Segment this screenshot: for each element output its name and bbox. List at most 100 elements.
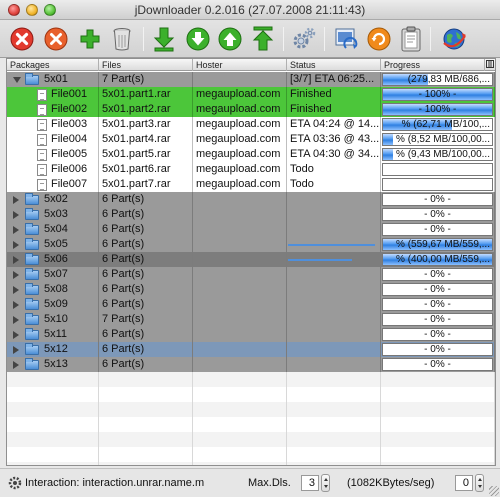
table-header: Packages Files Hoster Status Progress xyxy=(7,59,495,71)
disclosure-triangle-expanded[interactable] xyxy=(13,77,21,83)
max-downloads-stepper[interactable] xyxy=(321,474,330,492)
empty-cell xyxy=(381,462,495,465)
package-row[interactable]: 5x04 6 Part(s) - 0% - xyxy=(7,222,495,237)
settings-button[interactable] xyxy=(290,25,318,53)
empty-cell xyxy=(99,447,193,462)
progress-cell: % (400,00 MB/559,... xyxy=(381,252,495,267)
empty-row xyxy=(7,432,495,447)
package-row[interactable]: 5x12 6 Part(s) - 0% - xyxy=(7,342,495,357)
file-row[interactable]: File003 5x01.part3.rar megaupload.com ETA 0… xyxy=(7,117,495,132)
disclosure-triangle-collapsed[interactable] xyxy=(13,331,19,339)
disclosure-triangle-collapsed[interactable] xyxy=(13,361,19,369)
package-row[interactable]: 5x09 6 Part(s) - 0% - xyxy=(7,297,495,312)
progress-bar: - 100% - xyxy=(382,88,493,101)
status-cell: Finished xyxy=(287,87,381,102)
empty-row xyxy=(7,402,495,417)
max-downloads-field[interactable]: 3 xyxy=(301,475,319,491)
status-cell xyxy=(287,312,381,327)
clear-button[interactable] xyxy=(108,25,136,53)
clipboard-button[interactable] xyxy=(397,25,425,53)
files-cell: 6 Part(s) xyxy=(99,342,193,357)
file-row[interactable]: File004 5x01.part4.rar megaupload.com ETA 0… xyxy=(7,132,495,147)
hoster-cell xyxy=(193,72,287,87)
progress-text: % (400,00 MB/559,... xyxy=(396,254,490,265)
move-down-button[interactable] xyxy=(184,25,212,53)
package-row[interactable]: 5x07 6 Part(s) - 0% - xyxy=(7,267,495,282)
empty-cell xyxy=(7,402,99,417)
move-top-button[interactable] xyxy=(249,25,277,53)
disclosure-triangle-collapsed[interactable] xyxy=(13,301,19,309)
empty-cell xyxy=(287,447,381,462)
hoster-cell xyxy=(193,252,287,267)
file-row[interactable]: File002 5x01.part2.rar megaupload.com Finis… xyxy=(7,102,495,117)
column-header-files[interactable]: Files xyxy=(99,59,193,71)
disclosure-triangle-collapsed[interactable] xyxy=(13,256,19,264)
disclosure-triangle-collapsed[interactable] xyxy=(13,241,19,249)
package-row[interactable]: 5x02 6 Part(s) - 0% - xyxy=(7,192,495,207)
folder-icon xyxy=(25,343,39,355)
move-top-icon xyxy=(252,26,274,51)
status-progress-line xyxy=(288,244,375,246)
disclosure-triangle-collapsed[interactable] xyxy=(13,346,19,354)
disclosure-triangle-collapsed[interactable] xyxy=(13,316,19,324)
empty-cell xyxy=(381,402,495,417)
folder-icon xyxy=(25,283,39,295)
column-header-status[interactable]: Status xyxy=(287,59,381,71)
update-button[interactable] xyxy=(365,25,393,53)
column-chooser-button[interactable] xyxy=(485,59,495,71)
files-cell: 5x01.part6.rar xyxy=(99,162,193,177)
empty-cell xyxy=(381,372,495,387)
files-cell: 6 Part(s) xyxy=(99,327,193,342)
speed-limit-stepper[interactable] xyxy=(475,474,484,492)
column-header-hoster[interactable]: Hoster xyxy=(193,59,287,71)
disclosure-triangle-collapsed[interactable] xyxy=(13,271,19,279)
package-row[interactable]: 5x08 6 Part(s) - 0% - xyxy=(7,282,495,297)
package-row[interactable]: 5x03 6 Part(s) - 0% - xyxy=(7,207,495,222)
hoster-cell: megaupload.com xyxy=(193,147,287,162)
files-cell: 5x01.part5.rar xyxy=(99,147,193,162)
reconnect-button[interactable] xyxy=(333,25,361,53)
column-header-packages[interactable]: Packages xyxy=(7,59,99,71)
column-header-progress[interactable]: Progress xyxy=(381,59,485,71)
add-button[interactable] xyxy=(76,25,104,53)
disclosure-triangle-collapsed[interactable] xyxy=(13,211,19,219)
files-cell: 6 Part(s) xyxy=(99,237,193,252)
file-row[interactable]: File005 5x01.part5.rar megaupload.com ETA 0… xyxy=(7,147,495,162)
package-row[interactable]: 5x01 7 Part(s) [3/7] ETA 06:25... (279,83 M… xyxy=(7,72,495,87)
package-name-cell: 5x05 xyxy=(7,237,99,252)
window-resize-grip[interactable] xyxy=(489,486,499,496)
move-up-button[interactable] xyxy=(216,25,244,53)
toolbar xyxy=(0,20,500,58)
files-cell: 7 Part(s) xyxy=(99,72,193,87)
stop-button[interactable] xyxy=(8,25,36,53)
start-download-button[interactable] xyxy=(150,25,178,53)
folder-icon xyxy=(25,358,39,370)
empty-row xyxy=(7,447,495,462)
package-name-cell: 5x12 xyxy=(7,342,99,357)
disclosure-triangle-collapsed[interactable] xyxy=(13,286,19,294)
file-row[interactable]: File001 5x01.part1.rar megaupload.com Finis… xyxy=(7,87,495,102)
folder-icon xyxy=(25,193,39,205)
disclosure-triangle-collapsed[interactable] xyxy=(13,196,19,204)
status-cell: [3/7] ETA 06:25... xyxy=(287,72,381,87)
progress-bar: % (62,71 MB/100,... xyxy=(382,118,493,131)
hoster-cell xyxy=(193,342,287,357)
status-cell xyxy=(287,282,381,297)
disclosure-triangle-collapsed[interactable] xyxy=(13,226,19,234)
package-row[interactable]: 5x06 6 Part(s) % (400,00 MB/559,... xyxy=(7,252,495,267)
remove-button[interactable] xyxy=(42,25,70,53)
web-update-button[interactable] xyxy=(440,25,468,53)
package-row[interactable]: 5x11 6 Part(s) - 0% - xyxy=(7,327,495,342)
folder-icon xyxy=(25,208,39,220)
progress-cell: - 0% - xyxy=(381,327,495,342)
package-row[interactable]: 5x10 7 Part(s) - 0% - xyxy=(7,312,495,327)
package-row[interactable]: 5x13 6 Part(s) - 0% - xyxy=(7,357,495,372)
file-row[interactable]: File007 5x01.part7.rar megaupload.com Todo xyxy=(7,177,495,192)
package-row[interactable]: 5x05 6 Part(s) % (559,67 MB/559,... xyxy=(7,237,495,252)
file-row[interactable]: File006 5x01.part6.rar megaupload.com Todo xyxy=(7,162,495,177)
speed-limit-field[interactable]: 0 xyxy=(455,475,473,491)
progress-cell: - 0% - xyxy=(381,312,495,327)
speed-limit-label: (1082KBytes/seg) xyxy=(347,477,435,489)
status-cell: Todo xyxy=(287,177,381,192)
empty-cell xyxy=(99,402,193,417)
